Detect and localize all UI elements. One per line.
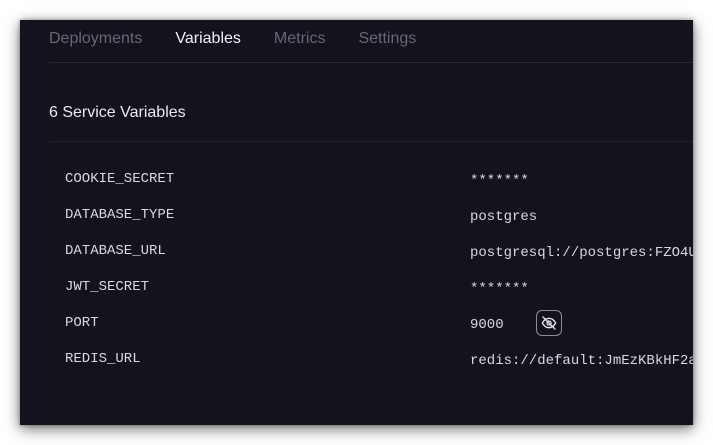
tab-metrics[interactable]: Metrics: [274, 20, 326, 63]
variable-name: DATABASE_TYPE: [65, 207, 175, 223]
tab-deployments[interactable]: Deployments: [49, 20, 142, 63]
variable-row-database-type[interactable]: DATABASE_TYPE postgres: [20, 200, 693, 236]
service-panel: Deployments Variables Metrics Settings 6…: [20, 20, 693, 425]
variable-value: postgresql://postgres:FZO4U: [470, 245, 693, 261]
variable-value: *******: [470, 173, 529, 189]
variable-value: 9000: [470, 317, 504, 333]
variable-row-cookie-secret[interactable]: COOKIE_SECRET *******: [20, 164, 693, 200]
variable-row-database-url[interactable]: DATABASE_URL postgresql://postgres:FZO4U: [20, 236, 693, 272]
tab-bar: Deployments Variables Metrics Settings: [49, 20, 449, 63]
variable-row-jwt-secret[interactable]: JWT_SECRET *******: [20, 272, 693, 308]
eye-off-icon: [541, 315, 557, 331]
variable-row-port[interactable]: PORT 9000: [20, 308, 693, 344]
variable-value: *******: [470, 281, 529, 297]
variables-list: COOKIE_SECRET ******* DATABASE_TYPE post…: [20, 164, 693, 380]
variable-name: REDIS_URL: [65, 351, 141, 367]
variable-value: redis://default:JmEzKBkHF2a: [470, 353, 693, 369]
variable-row-redis-url[interactable]: REDIS_URL redis://default:JmEzKBkHF2a: [20, 344, 693, 380]
variable-name: COOKIE_SECRET: [65, 171, 175, 187]
tab-variables[interactable]: Variables: [175, 20, 241, 63]
section-divider: [49, 141, 693, 142]
variable-name: PORT: [65, 315, 99, 331]
toggle-visibility-button[interactable]: [536, 310, 562, 336]
section-title: 6 Service Variables: [49, 104, 186, 121]
variable-name: DATABASE_URL: [65, 243, 166, 259]
variable-name: JWT_SECRET: [65, 279, 150, 295]
tab-bar-divider: [49, 62, 693, 63]
tab-settings[interactable]: Settings: [358, 20, 416, 63]
variable-value: postgres: [470, 209, 538, 225]
